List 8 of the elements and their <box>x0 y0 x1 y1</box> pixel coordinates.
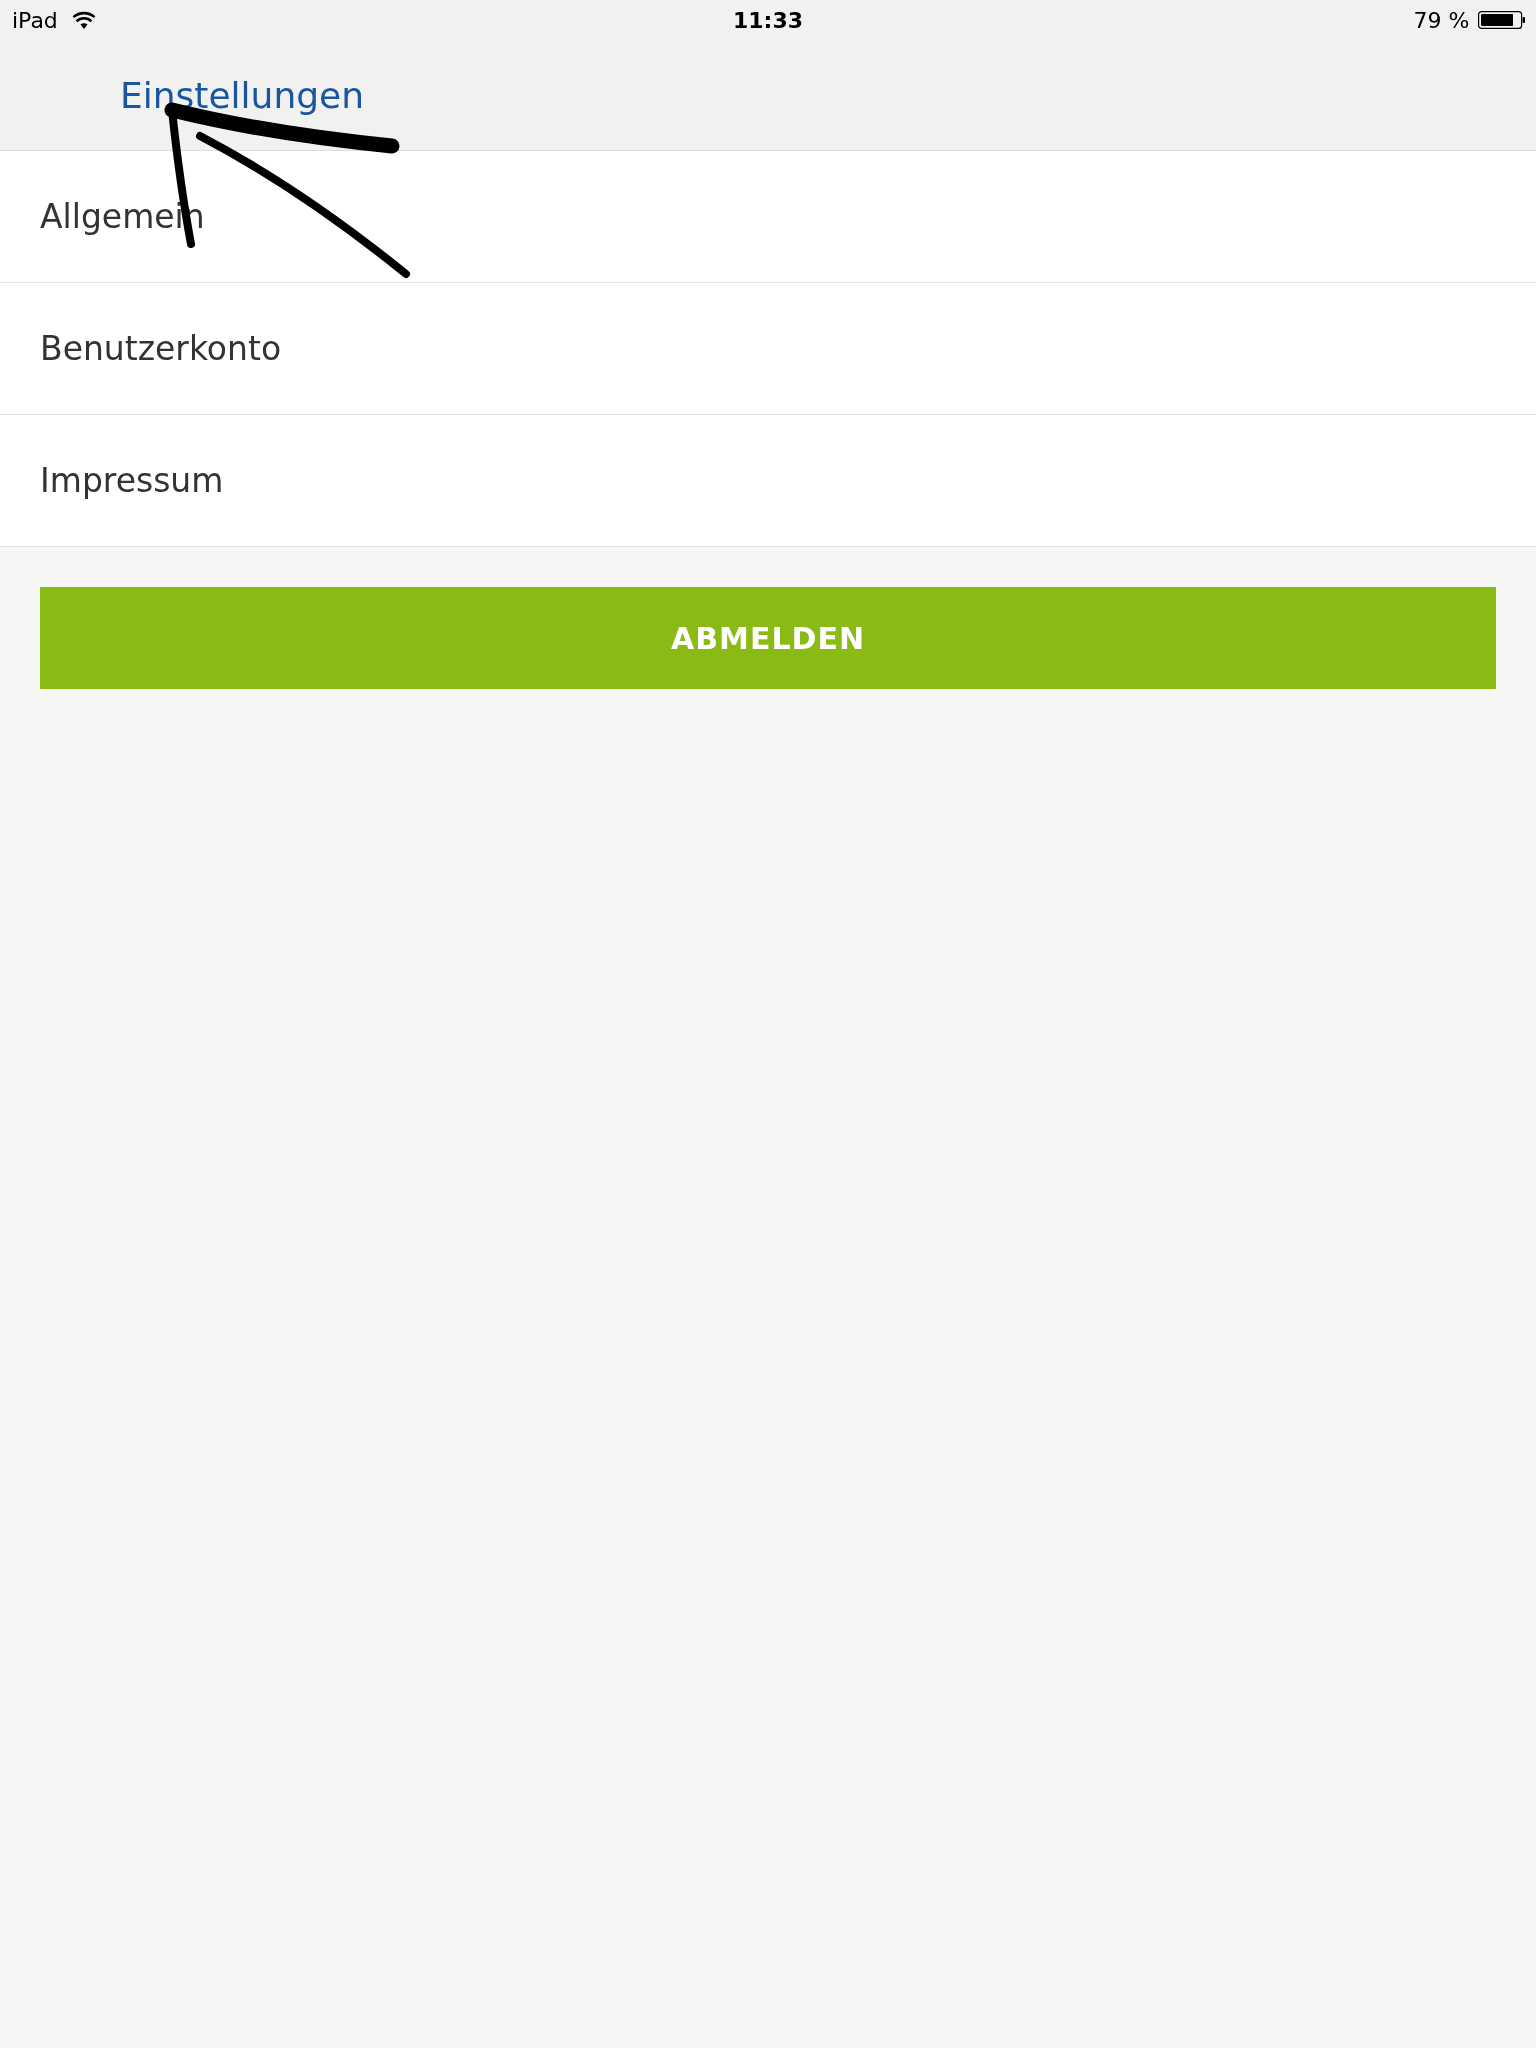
nav-title: Einstellungen <box>120 74 365 116</box>
wifi-icon <box>71 11 96 29</box>
device-name: iPad <box>12 7 58 33</box>
menu-item[interactable]: Impressum <box>0 415 1536 547</box>
status-time: 11:33 <box>733 7 803 33</box>
battery-percent: 79 % <box>1413 7 1470 33</box>
menu-item[interactable]: Benutzerkonto <box>0 283 1536 415</box>
battery-icon <box>1477 11 1525 29</box>
